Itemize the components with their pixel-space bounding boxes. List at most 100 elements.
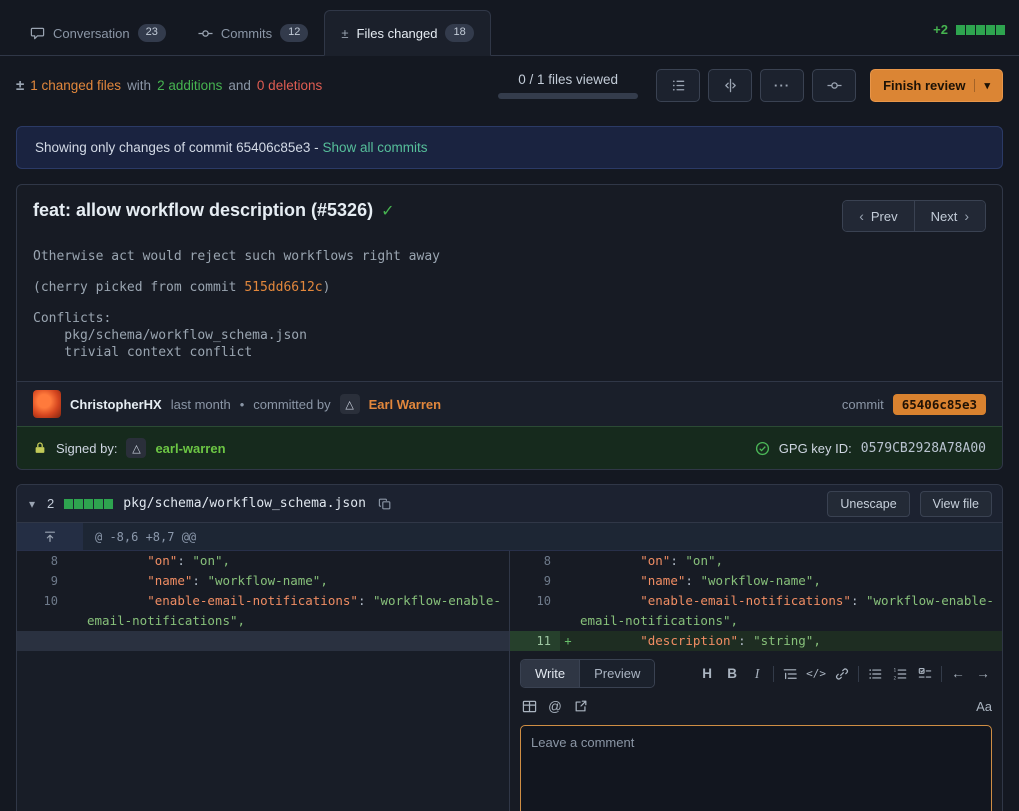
numbered-list-icon[interactable]: 12 xyxy=(891,663,909,685)
committed-by-label: committed by xyxy=(253,397,330,412)
next-commit-button[interactable]: Next › xyxy=(914,201,985,231)
cherry-pick-sha-link[interactable]: 515dd6612c xyxy=(244,280,322,295)
signed-by-label: Signed by: xyxy=(56,441,117,456)
tab-count-badge: 12 xyxy=(280,24,308,41)
code-line: "description": "string", xyxy=(576,631,1002,651)
ellipsis-icon: ··· xyxy=(774,78,790,93)
summary-text: with xyxy=(127,78,151,93)
comment-textarea[interactable] xyxy=(520,725,992,811)
svg-text:1: 1 xyxy=(893,667,896,673)
comment-bubble-icon xyxy=(30,26,45,41)
prev-label: Prev xyxy=(871,209,898,224)
finish-review-label: Finish review xyxy=(883,78,965,93)
lock-icon xyxy=(33,441,47,455)
committer-name[interactable]: Earl Warren xyxy=(369,397,442,412)
pr-tabs: Conversation 23 Commits 12 ± Files chang… xyxy=(14,0,491,55)
quote-icon[interactable] xyxy=(781,663,799,685)
markdown-toolbar-secondary: @ Aa xyxy=(520,695,992,717)
commit-select-button[interactable] xyxy=(812,69,856,102)
reference-icon[interactable] xyxy=(572,695,590,717)
old-line-number[interactable]: 8 xyxy=(17,551,67,571)
finish-review-button[interactable]: Finish review ▾ xyxy=(870,69,1003,102)
new-line-number[interactable]: 10 xyxy=(510,591,560,631)
commit-nav: ‹ Prev Next › xyxy=(842,200,986,232)
prev-commit-button[interactable]: ‹ Prev xyxy=(843,201,913,231)
committer-avatar[interactable]: △ xyxy=(340,394,360,414)
hunk-header-text: @ -8,6 +8,7 @@ xyxy=(83,523,208,550)
inline-comment-row: Write Preview H B I </> xyxy=(17,651,1002,811)
code-line: "enable-email-notifications": "workflow-… xyxy=(83,591,509,631)
chevron-right-icon: › xyxy=(964,208,969,224)
font-toggle-icon[interactable]: Aa xyxy=(976,699,992,714)
hunk-header-row: @ -8,6 +8,7 @@ xyxy=(17,523,1002,551)
author-avatar[interactable] xyxy=(33,390,61,418)
diff-file-box: ▾ 2 pkg/schema/workflow_schema.json Unes… xyxy=(16,484,1003,811)
pr-tabbar: Conversation 23 Commits 12 ± Files chang… xyxy=(0,0,1019,56)
code-line: "name": "workflow-name", xyxy=(83,571,509,591)
unescape-button[interactable]: Unescape xyxy=(827,491,909,517)
split-view-button[interactable] xyxy=(708,69,752,102)
show-all-commits-link[interactable]: Show all commits xyxy=(322,140,427,155)
author-name[interactable]: ChristopherHX xyxy=(70,397,162,412)
commit-status-check-icon: ✓ xyxy=(381,201,394,221)
commit-author-row: ChristopherHX last month • committed by … xyxy=(17,381,1002,426)
additions-text: 2 additions xyxy=(157,78,222,93)
link-icon[interactable] xyxy=(833,663,851,685)
gpg-verified-icon xyxy=(755,441,770,456)
commit-message-line: Otherwise act would reject such workflow… xyxy=(33,248,986,265)
write-tab[interactable]: Write xyxy=(521,660,580,687)
commit-message-line: (cherry picked from commit 515dd6612c) xyxy=(33,279,986,296)
diff-row: 8 "on": "on", 8 "on": "on", xyxy=(17,551,1002,571)
file-tree-icon xyxy=(671,78,686,93)
signer-avatar[interactable]: △ xyxy=(126,438,146,458)
commit-icon xyxy=(198,26,213,41)
bold-icon[interactable]: B xyxy=(723,663,741,685)
preview-tab[interactable]: Preview xyxy=(580,660,654,687)
heading-icon[interactable]: H xyxy=(698,663,716,685)
mention-icon[interactable]: @ xyxy=(546,695,564,717)
file-tree-toggle-button[interactable] xyxy=(656,69,700,102)
old-line-number[interactable]: 9 xyxy=(17,571,67,591)
italic-icon[interactable]: I xyxy=(748,663,766,685)
new-line-number[interactable]: 8 xyxy=(510,551,560,571)
commit-header: feat: allow workflow description (#5326)… xyxy=(17,185,1002,236)
commit-scope-banner: Showing only changes of commit 65406c85e… xyxy=(16,126,1003,169)
signer-name[interactable]: earl-warren xyxy=(155,441,225,456)
outdent-icon[interactable]: ← xyxy=(949,663,967,685)
tab-conversation[interactable]: Conversation 23 xyxy=(14,11,182,55)
additions-count: +2 xyxy=(933,22,948,37)
old-line-number[interactable]: 10 xyxy=(17,591,67,631)
new-line-number[interactable]: 11 xyxy=(510,631,560,651)
addition-sign: + xyxy=(560,631,576,651)
view-file-button[interactable]: View file xyxy=(920,491,992,517)
tab-label: Conversation xyxy=(53,26,130,41)
tab-label: Files changed xyxy=(357,26,438,41)
meta-separator: • xyxy=(240,397,245,412)
commit-sha-badge[interactable]: 65406c85e3 xyxy=(893,394,986,415)
expand-hunk-button[interactable] xyxy=(17,523,83,550)
summary-text: and xyxy=(228,78,251,93)
diff-options-button[interactable]: ··· xyxy=(760,69,804,102)
next-label: Next xyxy=(931,209,958,224)
table-icon[interactable] xyxy=(520,695,538,717)
code-line: "on": "on", xyxy=(576,551,1002,571)
inline-comment-form: Write Preview H B I </> xyxy=(510,651,1002,811)
tab-commits[interactable]: Commits 12 xyxy=(182,11,325,55)
tab-label: Commits xyxy=(221,26,272,41)
bullet-list-icon[interactable] xyxy=(866,663,884,685)
diff-stat-bar xyxy=(956,25,1005,35)
copy-filename-icon[interactable] xyxy=(378,497,392,511)
collapse-file-icon[interactable]: ▾ xyxy=(27,497,37,511)
tab-files-changed[interactable]: ± Files changed 18 xyxy=(324,10,490,56)
file-diff-stat-bar xyxy=(64,499,113,509)
code-line: "on": "on", xyxy=(83,551,509,571)
cherry-pick-text: ) xyxy=(323,280,331,295)
split-diff-icon xyxy=(723,78,738,93)
task-list-icon[interactable] xyxy=(916,663,934,685)
indent-icon[interactable]: → xyxy=(974,663,992,685)
signature-row: Signed by: △ earl-warren GPG key ID: 057… xyxy=(17,426,1002,469)
chevron-left-icon: ‹ xyxy=(859,208,864,224)
new-line-number[interactable]: 9 xyxy=(510,571,560,591)
cherry-pick-text: (cherry picked from commit xyxy=(33,280,244,295)
code-icon[interactable]: </> xyxy=(806,663,826,685)
